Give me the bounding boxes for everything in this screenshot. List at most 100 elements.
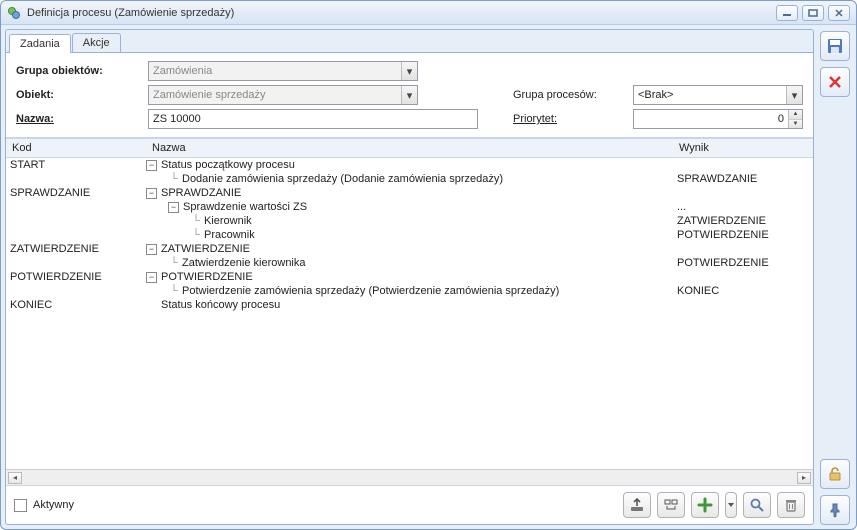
expander-icon[interactable]: − <box>146 272 157 283</box>
tree-cell-nazwa: └Pracownik <box>146 229 673 241</box>
col-wynik-header[interactable]: Wynik <box>673 139 813 157</box>
tree-cell-wynik: POTWIERDZENIE <box>673 257 813 269</box>
scroll-right-button[interactable]: ▸ <box>797 472 811 484</box>
tree-row[interactable]: └Zatwierdzenie kierownikaPOTWIERDZENIE <box>6 256 813 270</box>
tree-node-label: Status końcowy procesu <box>161 299 280 311</box>
grupa-procesow-label: Grupa procesów: <box>513 89 623 101</box>
tree-node-label: SPRAWDZANIE <box>161 187 241 199</box>
tree-node-label: Pracownik <box>204 229 255 241</box>
tree-cell-wynik: ZATWIERDZENIE <box>673 215 813 227</box>
priorytet-label: Priorytet: <box>513 113 623 125</box>
tree-cell-wynik: SPRAWDZANIE <box>673 173 813 185</box>
delete-button[interactable] <box>777 492 805 518</box>
add-button[interactable] <box>691 492 719 518</box>
cancel-button[interactable] <box>820 67 850 97</box>
save-button[interactable] <box>820 31 850 61</box>
obiekt-combo[interactable]: Zamówienie sprzedaży ▾ <box>148 85 418 105</box>
tree-cell-wynik <box>673 243 813 255</box>
nazwa-input[interactable]: ZS 10000 <box>148 109 478 129</box>
tree-cell-wynik: ... <box>673 201 813 213</box>
close-button[interactable] <box>828 5 850 21</box>
expander-icon[interactable]: − <box>168 202 179 213</box>
tree-cell-nazwa: −POTWIERDZENIE <box>146 271 673 283</box>
obiekt-value: Zamówienie sprzedaży <box>153 89 266 101</box>
footer: Aktywny <box>6 485 813 524</box>
tree-row[interactable]: ZATWIERDZENIE−ZATWIERDZENIE <box>6 242 813 256</box>
scroll-left-button[interactable]: ◂ <box>8 472 22 484</box>
form-area: Grupa obiektów: Zamówienia ▾ Obiekt: Zam… <box>6 53 813 138</box>
tree-cell-kod <box>6 215 146 227</box>
tree-cell-wynik: KONIEC <box>673 285 813 297</box>
tree-cell-wynik <box>673 299 813 311</box>
tree-cell-nazwa: −ZATWIERDZENIE <box>146 243 673 255</box>
export-button[interactable] <box>623 492 651 518</box>
tree-cell-wynik <box>673 271 813 283</box>
aktywny-checkbox[interactable]: Aktywny <box>14 499 74 512</box>
sidebar <box>818 29 852 525</box>
expander-icon[interactable]: − <box>146 160 157 171</box>
tree-node-label: Status początkowy procesu <box>161 159 295 171</box>
tree-header: Kod Nazwa Wynik <box>6 138 813 158</box>
tree-row[interactable]: └PracownikPOTWIERDZENIE <box>6 228 813 242</box>
tree-row[interactable]: └Kierownik ZATWIERDZENIE <box>6 214 813 228</box>
app-icon <box>7 6 21 20</box>
checkbox-icon <box>14 499 27 512</box>
tree-node-label: POTWIERDZENIE <box>161 271 253 283</box>
tree-node-label: Sprawdzenie wartości ZS <box>183 201 307 213</box>
add-dropdown-button[interactable] <box>725 492 737 518</box>
tree-cell-nazwa: −Sprawdzenie wartości ZS <box>146 201 673 213</box>
tree-cell-kod <box>6 229 146 241</box>
tab-zadania[interactable]: Zadania <box>9 34 71 53</box>
tree-row[interactable]: −Sprawdzenie wartości ZS... <box>6 200 813 214</box>
tree-node-label: Dodanie zamówienia sprzedaży (Dodanie za… <box>182 173 503 185</box>
maximize-button[interactable] <box>802 5 824 21</box>
tree-elbow-icon: └ <box>190 215 202 227</box>
tree-node-label: Zatwierdzenie kierownika <box>182 257 306 269</box>
tree-row[interactable]: └Dodanie zamówienia sprzedaży (Dodanie z… <box>6 172 813 186</box>
tree-cell-kod <box>6 285 146 297</box>
main-window: Definicja procesu (Zamówienie sprzedaży)… <box>0 0 857 530</box>
tree-cell-nazwa: └Zatwierdzenie kierownika <box>146 257 673 269</box>
grupa-obiektow-combo[interactable]: Zamówienia ▾ <box>148 61 418 81</box>
search-button[interactable] <box>743 492 771 518</box>
expand-button[interactable] <box>657 492 685 518</box>
tree-cell-nazwa: −SPRAWDZANIE <box>146 187 673 199</box>
tree-row[interactable]: START−Status początkowy procesu <box>6 158 813 172</box>
expander-icon[interactable]: − <box>146 188 157 199</box>
tree-cell-wynik <box>673 187 813 199</box>
col-nazwa-header[interactable]: Nazwa <box>146 139 673 157</box>
grupa-obiektow-label: Grupa obiektów: <box>16 65 138 77</box>
aktywny-label: Aktywny <box>33 499 74 511</box>
grupa-procesow-value: <Brak> <box>638 89 673 101</box>
minimize-button[interactable] <box>776 5 798 21</box>
tree-elbow-icon: └ <box>190 229 202 241</box>
tree-cell-wynik: POTWIERDZENIE <box>673 229 813 241</box>
col-kod-header[interactable]: Kod <box>6 139 146 157</box>
tree-cell-nazwa: └Potwierdzenie zamówienia sprzedaży (Pot… <box>146 285 673 297</box>
tree-cell-kod <box>6 201 146 213</box>
tab-bar: Zadania Akcje <box>6 30 813 53</box>
tree-node-label: Kierownik <box>204 215 252 227</box>
tab-akcje[interactable]: Akcje <box>72 33 121 52</box>
tree-cell-kod: START <box>6 159 146 171</box>
tree-row[interactable]: KONIECStatus końcowy procesu <box>6 298 813 312</box>
grupa-procesow-combo[interactable]: <Brak> ▾ <box>633 85 803 105</box>
horizontal-scrollbar[interactable]: ◂ ▸ <box>6 469 813 485</box>
tree-row[interactable]: POTWIERDZENIE−POTWIERDZENIE <box>6 270 813 284</box>
priorytet-input[interactable]: 0 ▲▼ <box>633 109 803 129</box>
tree-body[interactable]: START−Status początkowy procesu└Dodanie … <box>6 158 813 469</box>
tree-row[interactable]: └Potwierdzenie zamówienia sprzedaży (Pot… <box>6 284 813 298</box>
grupa-obiektow-value: Zamówienia <box>153 65 212 77</box>
expander-icon[interactable]: − <box>146 244 157 255</box>
tree-row[interactable]: SPRAWDZANIE−SPRAWDZANIE <box>6 186 813 200</box>
obiekt-label: Obiekt: <box>16 89 138 101</box>
tree-cell-nazwa: Status końcowy procesu <box>146 299 673 311</box>
pin-button[interactable] <box>820 495 850 525</box>
priorytet-spinner[interactable]: ▲▼ <box>788 110 802 128</box>
lock-button[interactable] <box>820 459 850 489</box>
tree-cell-wynik <box>673 159 813 171</box>
tree-cell-kod <box>6 257 146 269</box>
window-title: Definicja procesu (Zamówienie sprzedaży) <box>27 7 772 19</box>
tree-cell-kod: ZATWIERDZENIE <box>6 243 146 255</box>
tree-node-label: Potwierdzenie zamówienia sprzedaży (Potw… <box>182 285 559 297</box>
